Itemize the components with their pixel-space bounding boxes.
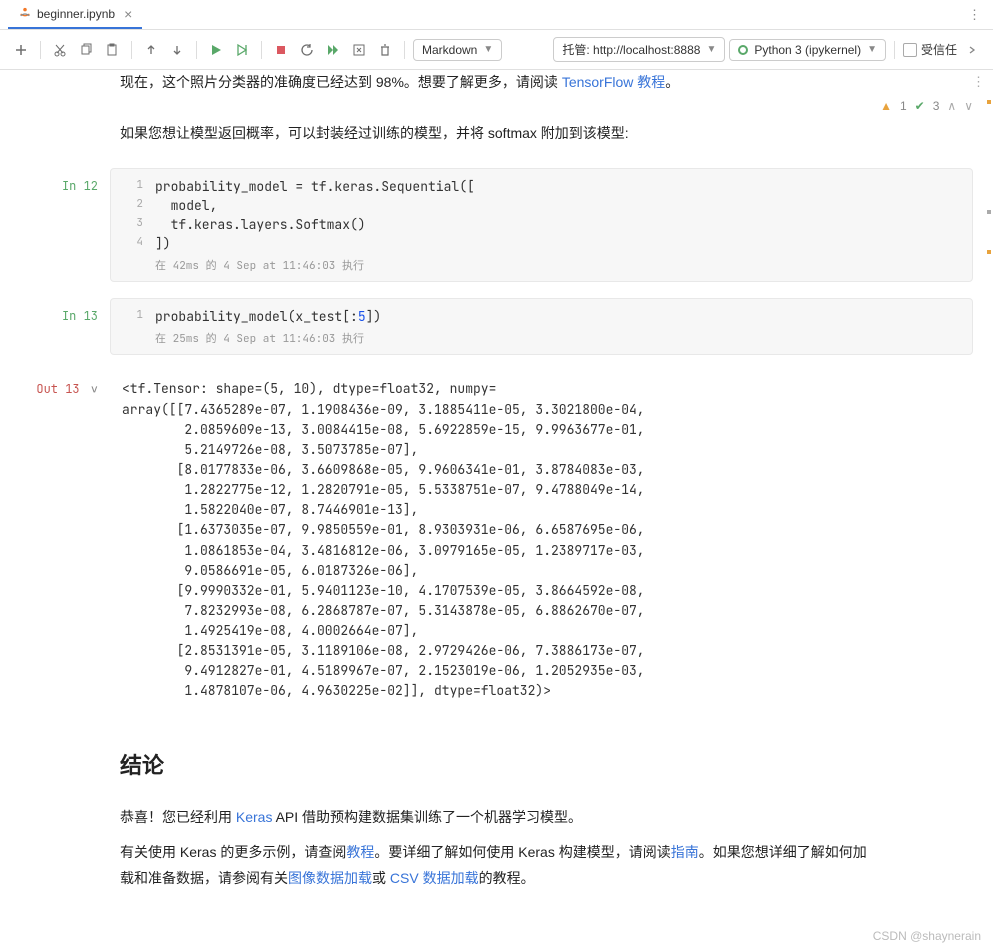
clear-output-button[interactable] xyxy=(374,39,396,61)
output-text: <tf.Tensor: shape=(5, 10), dtype=float32… xyxy=(110,371,973,709)
inspection-status: ▲ 1 ✔ 3 ∧ ∨ xyxy=(0,95,993,117)
csv-data-link[interactable]: CSV 数据加载 xyxy=(390,870,479,886)
cut-button[interactable] xyxy=(49,39,71,61)
stop-button[interactable] xyxy=(270,39,292,61)
cell-type-label: Markdown xyxy=(422,43,477,57)
overflow-button[interactable] xyxy=(961,39,983,61)
warning-count: 1 xyxy=(900,99,907,113)
close-icon[interactable]: × xyxy=(124,6,132,22)
add-cell-button[interactable] xyxy=(10,39,32,61)
conclusion-heading: 结论 xyxy=(120,746,873,786)
code-editor[interactable]: 1 probability_model(x_test[:5]) 在 25ms 的 … xyxy=(110,298,973,355)
cell-gutter: In 13 xyxy=(0,298,110,355)
markdown-text: 如果您想让模型返回概率，可以封装经过训练的模型，并将 softmax 附加到该模… xyxy=(120,121,873,146)
check-icon[interactable]: ✔ xyxy=(915,99,925,113)
run-all-button[interactable] xyxy=(322,39,344,61)
chevron-down-icon: ▼ xyxy=(867,44,877,55)
markdown-paragraph: 有关使用 Keras 的更多示例，请查阅教程。要详细了解如何使用 Keras 构… xyxy=(120,840,873,890)
trust-label: 受信任 xyxy=(921,41,957,58)
output-cell: Out 13 ∨ <tf.Tensor: shape=(5, 10), dtyp… xyxy=(0,369,993,711)
separator xyxy=(196,41,197,59)
kernel-status-icon xyxy=(738,45,748,55)
collapse-icon[interactable]: ∨ xyxy=(91,381,98,397)
file-tab[interactable]: beginner.ipynb × xyxy=(8,1,142,29)
kernel-dropdown[interactable]: Python 3 (ipykernel) ▼ xyxy=(729,39,886,61)
line-number: 1 xyxy=(123,178,143,195)
code-text: tf.keras.layers.Softmax() xyxy=(155,216,366,233)
chevron-up-icon[interactable]: ∧ xyxy=(947,99,956,113)
code-text: model, xyxy=(155,197,217,214)
markdown-cell[interactable]: 结论 恭喜！您已经利用 Keras API 借助预构建数据集训练了一个机器学习模… xyxy=(0,712,993,911)
separator xyxy=(261,41,262,59)
move-up-button[interactable] xyxy=(140,39,162,61)
code-text: probability_model = tf.keras.Sequential(… xyxy=(155,178,475,195)
execution-info: 在 25ms 的 4 Sep at 11:46:03 执行 xyxy=(111,326,972,346)
guide-link[interactable]: 指南 xyxy=(671,844,699,860)
paste-button[interactable] xyxy=(101,39,123,61)
chevron-down-icon: ▼ xyxy=(706,44,716,55)
separator xyxy=(404,41,405,59)
input-prompt: In 12 xyxy=(62,178,98,194)
watermark: CSDN @shaynerain xyxy=(873,929,981,943)
cell-type-dropdown[interactable]: Markdown ▼ xyxy=(413,39,502,61)
keras-link[interactable]: Keras xyxy=(236,809,273,825)
execution-info: 在 42ms 的 4 Sep at 11:46:03 执行 xyxy=(111,253,972,273)
separator xyxy=(894,41,895,59)
tab-filename: beginner.ipynb xyxy=(37,7,115,21)
toolbar: Markdown ▼ 托管: http://localhost:8888 ▼ P… xyxy=(0,30,993,70)
tutorial-link[interactable]: 教程 xyxy=(346,844,374,860)
code-cell[interactable]: In 12 1 probability_model = tf.keras.Sequ… xyxy=(0,166,993,284)
tensorflow-tutorial-link[interactable]: TensorFlow 教程 xyxy=(562,74,665,90)
jupyter-icon xyxy=(18,7,32,21)
cell-gutter: In 12 xyxy=(0,168,110,282)
code-editor[interactable]: 1 probability_model = tf.keras.Sequential… xyxy=(110,168,973,282)
notebook-content: 现在，这个照片分类器的准确度已经达到 98%。想要了解更多，请阅读 Tensor… xyxy=(0,70,993,949)
run-cell-button[interactable] xyxy=(205,39,227,61)
scrollbar-markers xyxy=(975,70,993,270)
debug-cell-button[interactable] xyxy=(231,39,253,61)
move-down-button[interactable] xyxy=(166,39,188,61)
host-dropdown[interactable]: 托管: http://localhost:8888 ▼ xyxy=(553,37,725,62)
output-prompt: Out 13 xyxy=(36,381,79,397)
kernel-label: Python 3 (ipykernel) xyxy=(754,43,861,57)
separator xyxy=(131,41,132,59)
restart-button[interactable] xyxy=(296,39,318,61)
cell-gutter: Out 13 ∨ xyxy=(0,371,110,709)
more-icon[interactable]: ⋮ xyxy=(964,3,985,27)
copy-button[interactable] xyxy=(75,39,97,61)
separator xyxy=(40,41,41,59)
line-number: 2 xyxy=(123,197,143,214)
line-number: 3 xyxy=(123,216,143,233)
image-data-link[interactable]: 图像数据加载 xyxy=(288,870,372,886)
markdown-text: 。 xyxy=(665,74,679,90)
host-label: 托管: http://localhost:8888 xyxy=(562,41,700,58)
markdown-paragraph: 恭喜！您已经利用 Keras API 借助预构建数据集训练了一个机器学习模型。 xyxy=(120,805,873,830)
code-cell[interactable]: In 13 1 probability_model(x_test[:5]) 在 2… xyxy=(0,296,993,357)
chevron-down-icon[interactable]: ∨ xyxy=(964,99,973,113)
code-text: ]) xyxy=(155,235,171,252)
input-prompt: In 13 xyxy=(62,308,98,324)
code-text: probability_model(x_test[:5]) xyxy=(155,308,381,325)
pass-count: 3 xyxy=(933,99,940,113)
line-number: 1 xyxy=(123,308,143,325)
line-number: 4 xyxy=(123,235,143,252)
variables-button[interactable] xyxy=(348,39,370,61)
warning-icon[interactable]: ▲ xyxy=(880,99,892,113)
tab-bar: beginner.ipynb × ⋮ xyxy=(0,0,993,30)
chevron-down-icon: ▼ xyxy=(483,44,493,55)
trust-checkbox[interactable] xyxy=(903,43,917,57)
markdown-cell[interactable]: 如果您想让模型返回概率，可以封装经过训练的模型，并将 softmax 附加到该模… xyxy=(0,117,993,166)
markdown-text: 现在，这个照片分类器的准确度已经达到 98%。想要了解更多，请阅读 xyxy=(120,74,562,90)
